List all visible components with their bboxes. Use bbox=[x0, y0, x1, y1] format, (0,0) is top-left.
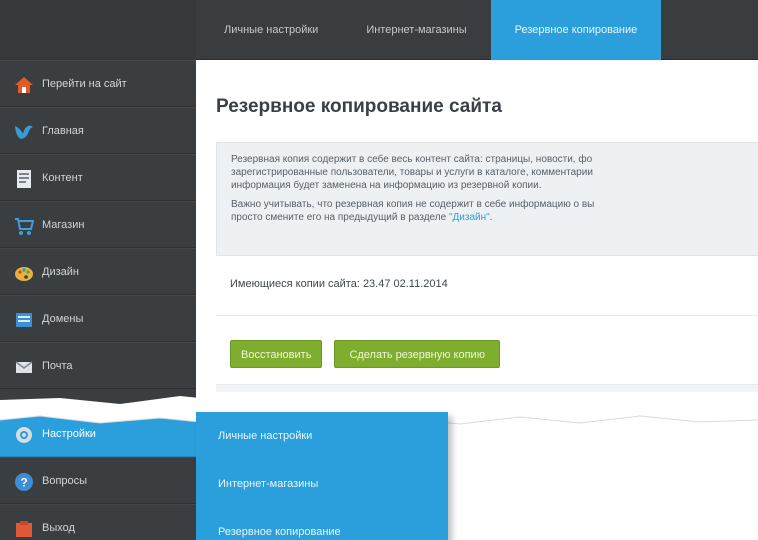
page-title: Резервное копирование сайта bbox=[216, 96, 502, 117]
info-text: . bbox=[489, 212, 493, 223]
sidebar-item-design[interactable]: Дизайн bbox=[0, 248, 196, 295]
copies-value: 23.47 02.11.2014 bbox=[362, 278, 448, 290]
submenu-item-personal-settings[interactable]: Личные настройки bbox=[196, 412, 448, 460]
info-box: Резервная копия содержит в себе весь кон… bbox=[216, 142, 758, 256]
sidebar-item-domains[interactable]: Домены bbox=[0, 295, 196, 342]
domains-icon bbox=[16, 313, 32, 327]
sidebar-item-label: Главная bbox=[42, 125, 84, 137]
sidebar-item-goto-site[interactable]: Перейти на сайт bbox=[0, 60, 196, 107]
tab-backup[interactable]: Резервное копирование bbox=[490, 0, 662, 60]
top-nav-tabs: Личные настройки Интернет-магазины Резер… bbox=[196, 0, 662, 60]
sidebar-item-label: Дизайн bbox=[42, 266, 79, 278]
sidebar-item-label: Выход bbox=[42, 522, 75, 534]
svg-text:?: ? bbox=[20, 476, 27, 490]
submenu-item-backup[interactable]: Резервное копирование bbox=[196, 508, 448, 540]
sidebar-item-home[interactable]: Главная bbox=[0, 107, 196, 154]
design-link[interactable]: "Дизайн" bbox=[449, 212, 490, 223]
copies-label: Имеющиеся копии сайта: bbox=[230, 278, 360, 290]
sidebar: Перейти на сайт Главная Контент Магазин bbox=[0, 60, 196, 540]
tab-personal-settings[interactable]: Личные настройки bbox=[196, 0, 342, 60]
info-text: Резервная копия содержит в себе весь кон… bbox=[231, 154, 593, 165]
info-text-with-link: просто смените его на предыдущий в разде… bbox=[231, 211, 744, 224]
question-icon: ? bbox=[15, 473, 33, 491]
document-icon bbox=[17, 170, 31, 188]
available-copies-text: Имеющиеся копии сайта: 23.47 02.11.2014 bbox=[230, 278, 448, 290]
sidebar-item-questions[interactable]: ? Вопросы bbox=[0, 457, 196, 504]
create-backup-button[interactable]: Сделать резервную копию bbox=[334, 340, 500, 368]
info-text: Важно учитывать, что резервная копия не … bbox=[231, 199, 595, 210]
tab-online-stores[interactable]: Интернет-магазины bbox=[342, 0, 490, 60]
settings-submenu: Личные настройки Интернет-магазины Резер… bbox=[196, 412, 448, 540]
info-text: зарегистрированные пользователи, товары … bbox=[231, 167, 593, 178]
home-icon bbox=[15, 77, 33, 93]
brand-area bbox=[0, 0, 196, 60]
sidebar-item-shop[interactable]: Магазин bbox=[0, 201, 196, 248]
top-navigation-bar: Личные настройки Интернет-магазины Резер… bbox=[0, 0, 758, 60]
bird-icon bbox=[15, 125, 33, 139]
sidebar-item-label: Контент bbox=[42, 172, 83, 184]
exit-icon bbox=[16, 521, 32, 537]
info-text: просто смените его на предыдущий в разде… bbox=[231, 212, 449, 223]
info-text: информация будет заменена на информацию … bbox=[231, 180, 542, 191]
sidebar-item-label: Вопросы bbox=[42, 475, 88, 487]
restore-button[interactable]: Восстановить bbox=[230, 340, 323, 368]
sidebar-item-content[interactable]: Контент bbox=[0, 154, 196, 201]
sidebar-item-label: Магазин bbox=[42, 219, 85, 231]
main-content: Резервное копирование сайта Резервная ко… bbox=[196, 60, 758, 400]
sidebar-item-label: Перейти на сайт bbox=[42, 78, 127, 90]
available-copies-row: Имеющиеся копии сайта: 23.47 02.11.2014 bbox=[216, 256, 758, 316]
mail-icon bbox=[15, 361, 33, 373]
submenu-item-online-stores[interactable]: Интернет-магазины bbox=[196, 460, 448, 508]
palette-icon bbox=[15, 267, 33, 281]
sidebar-item-label: Домены bbox=[42, 313, 84, 325]
sidebar-item-exit[interactable]: Выход bbox=[0, 504, 196, 540]
cart-icon bbox=[15, 218, 34, 235]
action-buttons: Восстановить Сделать резервную копию bbox=[230, 340, 500, 368]
